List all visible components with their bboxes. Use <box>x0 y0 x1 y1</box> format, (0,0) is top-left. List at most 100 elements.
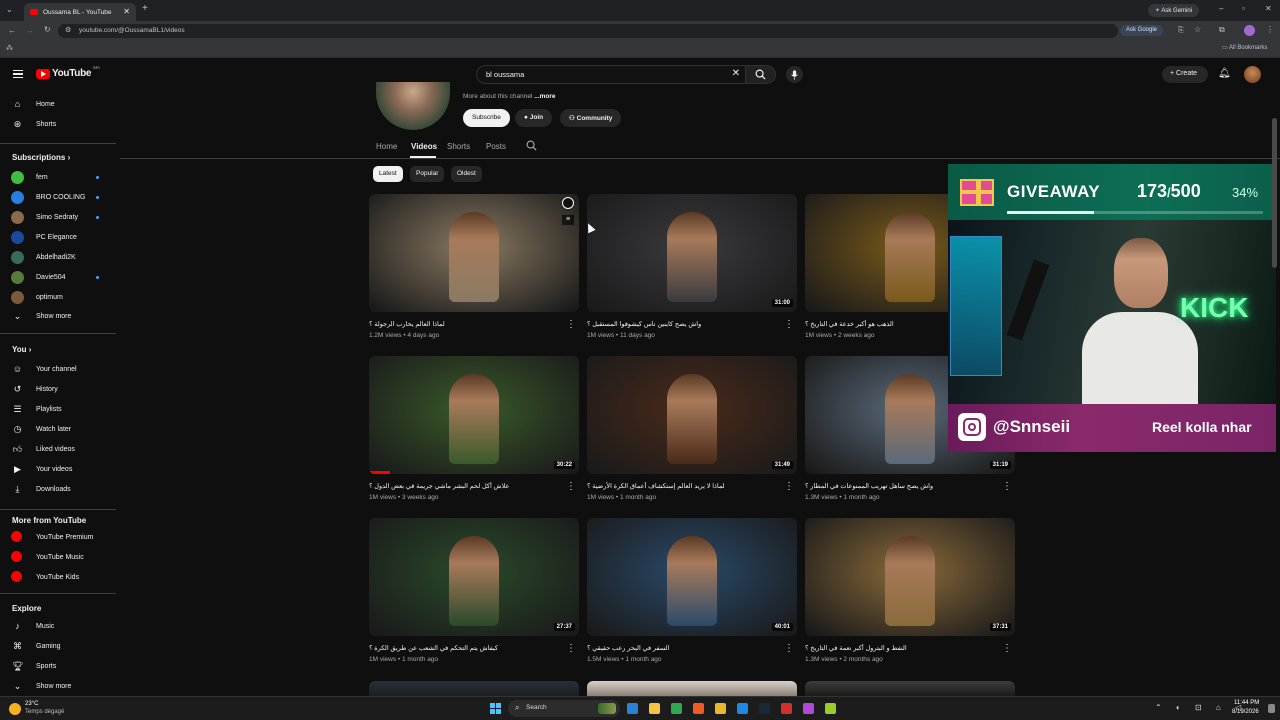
video-thumbnail-partial[interactable] <box>805 681 1015 696</box>
video-card[interactable]: 37:31 النفط و البترول أكبر نعمة في التاري… <box>805 518 1015 668</box>
bookmark-star-icon[interactable]: ☆ <box>1194 26 1201 34</box>
video-card[interactable]: 30:22 علاش أكل لحم البشر ماشي جريمة في بع… <box>369 356 579 506</box>
sidebar-item-playlists[interactable]: ☰ Playlists <box>0 400 116 418</box>
close-window-icon[interactable]: ✕ <box>1265 5 1272 13</box>
sidebar-more-item[interactable]: YouTube Premium <box>0 528 116 546</box>
video-card[interactable]: 40:01 السفر في البحر رعب حقيقي ؟ 1.5M view… <box>587 518 797 668</box>
sidebar-item-your-videos[interactable]: ▶ Your videos <box>0 460 116 478</box>
sidebar-explore-item[interactable]: ⌘ Gaming <box>0 637 116 655</box>
video-thumbnail-partial[interactable] <box>369 681 579 696</box>
video-menu-icon[interactable]: ⋮ <box>566 320 576 330</box>
address-bar[interactable]: ⚙ youtube.com/@OussamaBL1/videos <box>58 24 1118 38</box>
site-info-icon[interactable]: ⚙ <box>65 26 71 34</box>
sidebar-explore-item[interactable]: ♪ Music <box>0 617 116 635</box>
video-title[interactable]: علاش أكل لحم البشر ماشي جريمة في بعض الد… <box>369 482 565 490</box>
brave-icon[interactable] <box>693 703 704 714</box>
video-title[interactable]: لماذا لا يريد العالم إستكشاف أعماق الكرة… <box>587 482 783 490</box>
filter-chip-popular[interactable]: Popular <box>410 166 445 182</box>
close-tab-icon[interactable]: ✕ <box>123 7 130 16</box>
extensions-icon[interactable]: ⧉ <box>1219 26 1225 34</box>
video-thumbnail[interactable]: 31:49 <box>587 356 797 474</box>
video-thumbnail-partial[interactable] <box>587 681 797 696</box>
minimize-icon[interactable]: – <box>1219 5 1223 13</box>
maximize-icon[interactable]: ▫ <box>1242 5 1245 13</box>
video-card[interactable]: 27:37 كيفاش يتم التحكم في الشعب عن طريق ا… <box>369 518 579 668</box>
filter-chip-oldest[interactable]: Oldest <box>451 166 482 182</box>
sidebar-subscription-item[interactable]: fem <box>0 168 116 186</box>
clear-search-icon[interactable]: ✕ <box>732 68 740 79</box>
video-thumbnail[interactable]: 37:31 <box>805 518 1015 636</box>
video-menu-icon[interactable]: ⋮ <box>566 644 576 654</box>
video-title[interactable]: السفر في البحر رعب حقيقي ؟ <box>587 644 783 652</box>
mail-icon[interactable] <box>737 703 748 714</box>
sidebar-subscription-item[interactable]: BRO COOLING <box>0 188 116 206</box>
channel-search-icon[interactable] <box>526 140 537 151</box>
file-explorer-icon[interactable] <box>649 703 660 714</box>
sidebar-subscription-item[interactable]: PC Elegance <box>0 228 116 246</box>
new-tab-button[interactable]: + <box>142 4 148 14</box>
video-thumbnail[interactable] <box>369 194 579 312</box>
sidebar-show-more[interactable]: ⌄ Show more <box>0 307 116 325</box>
sidebar-item-like[interactable]: 👍︎ Liked videos <box>0 440 116 458</box>
youtube-logo[interactable]: YouTube MA <box>36 65 100 79</box>
tab-search-icon[interactable]: ⌄ <box>6 6 13 14</box>
sidebar-more-item[interactable]: YouTube Music <box>0 548 116 566</box>
sidebar-subscription-item[interactable]: optimum <box>0 288 116 306</box>
video-menu-icon[interactable]: ⋮ <box>1002 644 1012 654</box>
notifications-bell-icon[interactable]: 🔔︎ <box>1218 68 1231 79</box>
video-title[interactable]: لماذا العالم يحارب الرجولة ؟ <box>369 320 565 328</box>
video-title[interactable]: النفط و البترول أكبر نعمة في التاريخ ؟ <box>805 644 1001 652</box>
video-title[interactable]: كيفاش يتم التحكم في الشعب عن طريق الكرة … <box>369 644 565 652</box>
brush-icon[interactable] <box>825 703 836 714</box>
video-thumbnail[interactable]: 30:22 <box>369 356 579 474</box>
video-menu-icon[interactable]: ⋮ <box>566 482 576 492</box>
filter-chip-latest[interactable]: Latest <box>373 166 403 182</box>
sidebar-item-watch-later[interactable]: ◷ Watch later <box>0 420 116 438</box>
media-icon[interactable] <box>781 703 792 714</box>
video-title[interactable]: واش يصح كاينين ناس كيشوفوا المستقبل ؟ <box>587 320 783 328</box>
tab-shorts[interactable]: Shorts <box>447 142 470 151</box>
subscriptions-header[interactable]: Subscriptions › <box>12 153 70 162</box>
back-icon[interactable]: ← <box>8 27 16 35</box>
search-input[interactable]: bl oussama ✕ <box>476 65 746 84</box>
video-menu-icon[interactable]: ⋮ <box>784 482 794 492</box>
add-to-queue-icon[interactable]: ≡ <box>562 215 574 225</box>
menu-kebab-icon[interactable]: ⋮ <box>1266 26 1274 34</box>
sidebar-more-item[interactable]: YouTube Kids <box>0 568 116 586</box>
start-button-icon[interactable] <box>490 703 501 714</box>
video-card[interactable]: لماذا العالم يحارب الرجولة ؟ 1.2M views •… <box>369 194 579 344</box>
forward-icon[interactable]: → <box>26 27 34 35</box>
hamburger-menu-icon[interactable] <box>13 70 23 78</box>
avatar[interactable] <box>1244 66 1261 83</box>
notification-center-icon[interactable] <box>1268 704 1275 713</box>
page-scrollbar[interactable] <box>1272 118 1277 268</box>
reload-icon[interactable]: ↻ <box>44 26 51 34</box>
video-thumbnail[interactable]: 40:01 <box>587 518 797 636</box>
community-button[interactable]: ⚇ Community <box>560 109 622 127</box>
all-bookmarks-button[interactable]: ▭ All Bookmarks <box>1222 44 1267 51</box>
steam-icon[interactable] <box>759 703 770 714</box>
apps-grid-icon[interactable]: ⁂ <box>6 45 13 52</box>
sidebar-item-history[interactable]: ↺ History <box>0 380 116 398</box>
voice-search-button[interactable] <box>786 66 803 83</box>
create-button[interactable]: + Create <box>1162 66 1208 83</box>
taskbar-search[interactable]: ⌕ Search <box>508 700 620 717</box>
subscribe-button[interactable]: Subscribe <box>463 109 510 127</box>
sidebar-subscription-item[interactable]: Abdelhadi2K <box>0 248 116 266</box>
clock-time[interactable]: 11:44 PM <box>1234 700 1259 706</box>
search-button[interactable] <box>746 65 776 84</box>
sidebar-item-shorts[interactable]: ⊛ Shorts <box>0 115 116 133</box>
ask-gemini-button[interactable]: ✦ Ask Gemini <box>1148 4 1200 17</box>
sidebar-subscription-item[interactable]: Davie504 <box>0 268 116 286</box>
sidebar-explore-item[interactable]: 🏆︎ Sports <box>0 657 116 675</box>
join-button[interactable]: ● Join <box>515 109 553 127</box>
video-thumbnail[interactable]: 31:00 <box>587 194 797 312</box>
video-menu-icon[interactable]: ⋮ <box>784 320 794 330</box>
install-icon[interactable]: ⎘ <box>1178 27 1184 34</box>
sidebar-subscription-item[interactable]: Simo Sedraty <box>0 208 116 226</box>
video-card[interactable]: 31:49 لماذا لا يريد العالم إستكشاف أعماق … <box>587 356 797 506</box>
sidebar-item-channel[interactable]: ☺ Your channel <box>0 360 116 378</box>
file-manager-icon[interactable] <box>715 703 726 714</box>
video-card[interactable]: 31:00 واش يصح كاينين ناس كيشوفوا المستقبل… <box>587 194 797 344</box>
channel-avatar[interactable] <box>376 82 450 130</box>
